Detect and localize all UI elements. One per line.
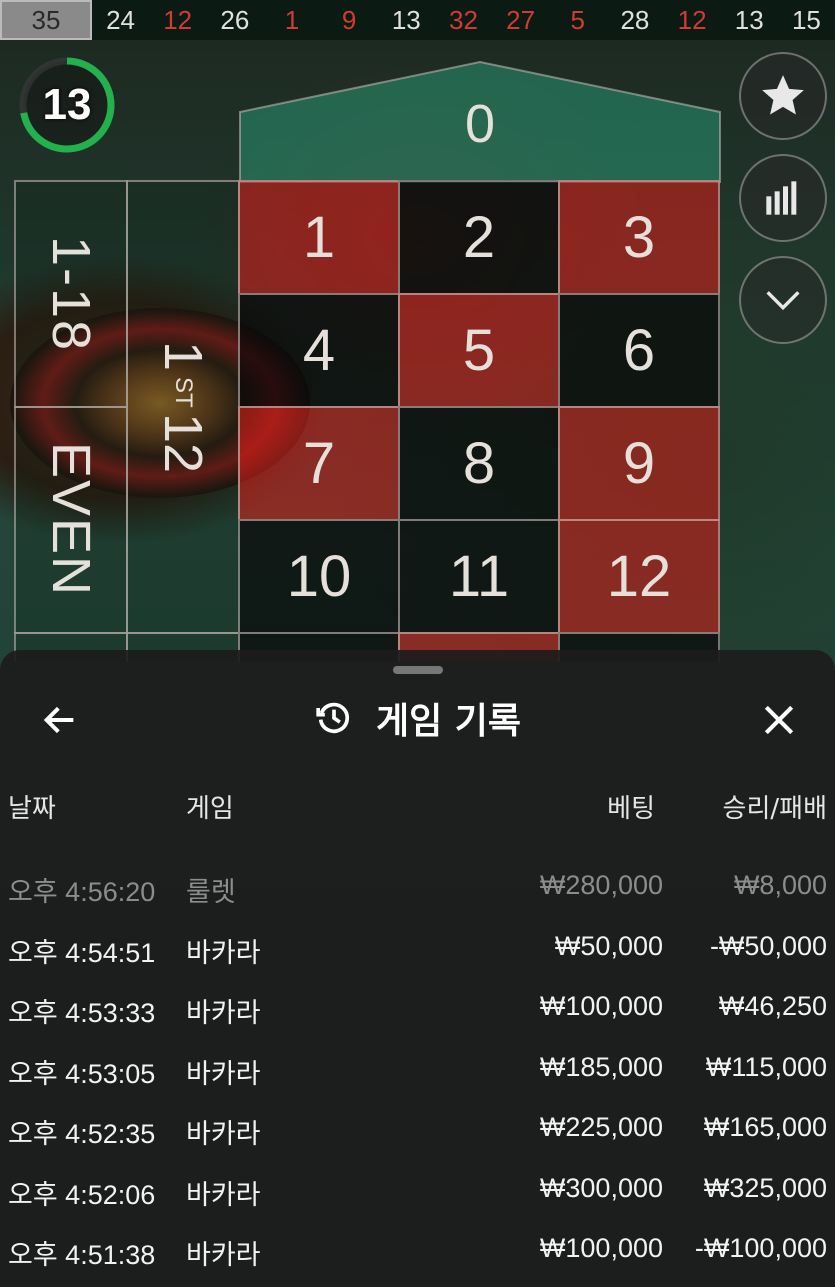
number-cell[interactable]: 2 (398, 180, 560, 295)
number-cell[interactable]: 3 (558, 180, 720, 295)
row-result: -₩50,000 (709, 930, 827, 961)
close-icon (764, 705, 794, 735)
row-game: 바카라 (186, 1240, 261, 1270)
row-result: ₩325,000 (703, 1172, 827, 1203)
number-cell[interactable]: 11 (398, 519, 560, 634)
bar-chart-icon (766, 181, 797, 215)
number-cell[interactable]: 9 (558, 406, 720, 521)
row-date: 오후 4:53:33 (8, 998, 156, 1028)
row-bet: ₩300,000 (539, 1172, 663, 1203)
row-date: 오후 4:54:51 (8, 937, 156, 968)
history-icon (314, 698, 354, 738)
history-table-header: 날짜 게임 베팅 승리/패배 (0, 780, 835, 830)
row-bet: ₩185,000 (539, 1051, 663, 1082)
countdown-timer: 13 (16, 54, 118, 156)
row-date: 오후 4:56:20 (8, 877, 156, 907)
dozen-number: 1 (153, 340, 213, 371)
row-game: 바카라 (186, 1119, 261, 1149)
timer-value: 13 (42, 80, 92, 129)
row-game: 바카라 (186, 1179, 261, 1210)
dozen-count: 12 (153, 413, 213, 474)
number-cell[interactable]: 1 (238, 180, 400, 295)
number-cell[interactable]: 8 (398, 406, 560, 521)
history-row[interactable]: 오후 4:53:33 바카라 ₩100,000 ₩46,250 (0, 977, 835, 1038)
number-cell[interactable]: 5 (398, 293, 560, 408)
column-result: 승리/패배 (722, 794, 827, 824)
dozen-suffix: ST (170, 376, 197, 408)
row-bet: ₩100,000 (539, 1233, 663, 1263)
column-date: 날짜 (8, 794, 56, 824)
star-icon (762, 75, 804, 115)
number-cell[interactable]: 4 (238, 293, 400, 408)
row-date: 오후 4:52:06 (8, 1179, 156, 1210)
row-result: ₩115,000 (705, 1051, 827, 1082)
column-game: 게임 (186, 794, 234, 824)
even-label: EVEN (41, 442, 101, 598)
row-bet: ₩225,000 (539, 1112, 663, 1142)
history-row[interactable]: 오후 4:52:06 바카라 ₩300,000 ₩325,000 (0, 1159, 835, 1220)
row-bet: ₩100,000 (539, 991, 663, 1021)
row-game: 바카라 (186, 1058, 261, 1089)
close-button[interactable] (753, 694, 805, 746)
bet-first-dozen[interactable]: 1 ST 12 (126, 180, 240, 634)
row-result: -₩100,000 (694, 1233, 827, 1263)
zero-label: 0 (464, 94, 496, 154)
history-table-body: 오후 4:56:20 룰렛 ₩280,000 ₩8,000 오후 4:54:51 바카라 ₩… (0, 856, 835, 1280)
bet-even[interactable]: EVEN (14, 406, 128, 634)
row-result: ₩165,000 (703, 1112, 827, 1142)
sheet-title: 게임 기록 (0, 690, 835, 746)
number-cell[interactable]: 7 (238, 406, 400, 521)
number-cell[interactable]: 12 (558, 519, 720, 634)
favorite-button[interactable] (739, 52, 827, 140)
row-game: 바카라 (186, 998, 261, 1028)
number-cell[interactable]: 6 (558, 293, 720, 408)
chevron-down-icon (766, 291, 800, 311)
number-cell[interactable]: 10 (238, 519, 400, 634)
first-dozen-label: 1 ST 12 (152, 341, 214, 474)
row-date: 오후 4:51:38 (8, 1240, 156, 1270)
row-game: 바카라 (186, 937, 261, 968)
history-row[interactable]: 오후 4:53:05 바카라 ₩185,000 ₩115,000 (0, 1038, 835, 1099)
row-date: 오후 4:52:35 (8, 1119, 156, 1149)
row-result: ₩8,000 (733, 870, 827, 900)
row-bet: ₩280,000 (539, 870, 663, 900)
sheet-title-text: 게임 기록 (375, 701, 521, 742)
history-row[interactable]: 오후 4:56:20 룰렛 ₩280,000 ₩8,000 (0, 856, 835, 917)
history-row[interactable]: 오후 4:54:51 바카라 ₩50,000 -₩50,000 (0, 917, 835, 978)
row-bet: ₩50,000 (554, 930, 663, 961)
row-date: 오후 4:53:05 (8, 1058, 156, 1089)
row-game: 룰렛 (186, 877, 236, 907)
low-label: 1-18 (41, 235, 101, 353)
history-row[interactable]: 오후 4:51:38 바카라 ₩100,000 -₩100,000 (0, 1219, 835, 1280)
bet-low-1-18[interactable]: 1-18 (14, 180, 128, 408)
collapse-button[interactable] (739, 256, 827, 344)
row-result: ₩46,250 (718, 991, 827, 1021)
column-bet: 베팅 (607, 794, 655, 824)
sheet-drag-handle[interactable] (393, 666, 443, 674)
history-row[interactable]: 오후 4:52:35 바카라 ₩225,000 ₩165,000 (0, 1098, 835, 1159)
statistics-button[interactable] (739, 154, 827, 242)
